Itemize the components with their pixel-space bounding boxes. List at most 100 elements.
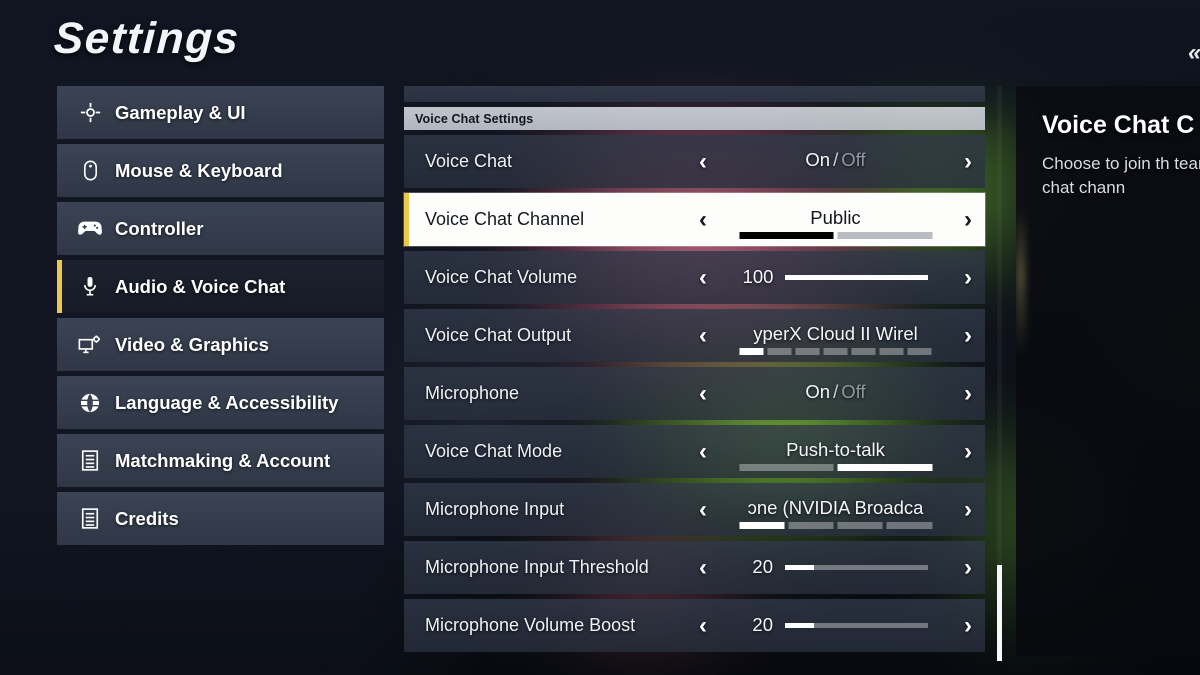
setting-value: yperX Cloud II Wirel (753, 323, 918, 344)
setting-row-voice-chat-channel[interactable]: Voice Chat Channel ‹ Public › (404, 193, 985, 246)
setting-value-area: Public (720, 193, 951, 246)
segment-4 (886, 522, 932, 529)
setting-row-voice-chat[interactable]: Voice Chat ‹ On / Off › (404, 135, 985, 188)
setting-control: ‹ Public › (686, 193, 985, 246)
globe-icon (77, 392, 103, 414)
setting-control: ‹ On / Off › (686, 135, 985, 188)
toggle-off-value[interactable]: Off (841, 149, 865, 170)
chevron-right-icon[interactable]: › (951, 381, 985, 406)
chevron-right-icon[interactable]: › (951, 439, 985, 464)
slider[interactable]: 100 (743, 266, 929, 288)
settings-scrollbar-track[interactable] (997, 86, 1002, 661)
slider-track[interactable] (785, 274, 929, 280)
chevron-left-icon[interactable]: ‹ (686, 555, 720, 580)
crosshair-icon (77, 102, 103, 124)
sidebar-item-video-graphics[interactable]: Video & Graphics (57, 318, 384, 371)
chevron-left-icon[interactable]: ‹ (686, 613, 720, 638)
setting-value-area: Push-to-talk (720, 425, 951, 478)
slider-fill (785, 622, 814, 628)
segment-1 (739, 348, 764, 355)
setting-row-microphone-volume-boost[interactable]: Microphone Volume Boost ‹ 20 › (404, 599, 985, 652)
sidebar-item-mouse-keyboard[interactable]: Mouse & Keyboard (57, 144, 384, 197)
monitor-gear-icon (77, 334, 103, 356)
setting-row-microphone[interactable]: Microphone ‹ On / Off › (404, 367, 985, 420)
corner-cut-glyph: « (1188, 40, 1200, 66)
chevron-left-icon[interactable]: ‹ (686, 381, 720, 406)
setting-control: ‹ 20 › (686, 541, 985, 594)
microphone-icon (77, 276, 103, 298)
sidebar-item-credits[interactable]: Credits (57, 492, 384, 545)
chevron-right-icon[interactable]: › (951, 497, 985, 522)
chevron-left-icon[interactable]: ‹ (686, 323, 720, 348)
chevron-right-icon[interactable]: › (951, 613, 985, 638)
sidebar-item-label: Video & Graphics (115, 333, 269, 355)
setting-row-voice-chat-output[interactable]: Voice Chat Output ‹ yperX Cloud II Wirel › (404, 309, 985, 362)
sidebar-item-controller[interactable]: Controller (57, 202, 384, 255)
setting-value-area: On / Off (720, 367, 951, 420)
segment-1 (739, 232, 834, 239)
chevron-left-icon[interactable]: ‹ (686, 207, 720, 232)
setting-value-area: yperX Cloud II Wirel (720, 309, 951, 362)
setting-label: Voice Chat Output (425, 325, 572, 345)
setting-row-voice-chat-mode[interactable]: Voice Chat Mode ‹ Push-to-talk › (404, 425, 985, 478)
segment-7 (907, 348, 932, 355)
info-panel-edge-glow (1016, 206, 1025, 356)
sidebar-item-language-accessibility[interactable]: Language & Accessibility (57, 376, 384, 429)
mouse-icon (77, 160, 103, 182)
toggle-off-value[interactable]: Off (841, 381, 865, 402)
segment-indicator (739, 522, 932, 529)
chevron-right-icon[interactable]: › (951, 555, 985, 580)
slider-value: 20 (752, 614, 773, 635)
segment-3 (795, 348, 820, 355)
chevron-left-icon[interactable]: ‹ (686, 265, 720, 290)
chevron-left-icon[interactable]: ‹ (686, 149, 720, 174)
chevron-right-icon[interactable]: › (951, 265, 985, 290)
setting-label: Microphone Volume Boost (425, 615, 636, 635)
setting-value: On / Off (805, 381, 865, 403)
slider-fill (785, 564, 814, 570)
setting-label: Voice Chat Channel (425, 209, 585, 229)
chevron-right-icon[interactable]: › (951, 323, 985, 348)
slider-track[interactable] (785, 564, 928, 570)
chevron-right-icon[interactable]: › (951, 207, 985, 232)
chevron-left-icon[interactable]: ‹ (686, 497, 720, 522)
segment-indicator (739, 232, 932, 239)
sidebar-item-matchmaking-account[interactable]: Matchmaking & Account (57, 434, 384, 487)
setting-control: ‹ Push-to-talk › (686, 425, 985, 478)
chevron-left-icon[interactable]: ‹ (686, 439, 720, 464)
sidebar-item-gameplay-ui[interactable]: Gameplay & UI (57, 86, 384, 139)
slider[interactable]: 20 (743, 556, 928, 578)
toggle-on-value[interactable]: On (805, 381, 830, 402)
setting-label: Microphone Input (425, 499, 565, 519)
setting-label: Voice Chat (425, 151, 513, 171)
setting-value: Public (810, 207, 861, 228)
setting-value-area: On / Off (720, 135, 951, 188)
section-header-label: Voice Chat Settings (415, 111, 534, 126)
setting-control: ‹ 20 › (686, 599, 985, 652)
info-panel-title: Voice Chat C (1042, 111, 1195, 139)
section-header: Voice Chat Settings (404, 107, 985, 130)
toggle-separator: / (833, 149, 839, 170)
settings-screen: Settings « Gameplay & UI Mouse & Keyboard… (0, 0, 1200, 675)
chevron-right-icon[interactable]: › (951, 149, 985, 174)
sidebar-item-label: Language & Accessibility (115, 391, 339, 413)
segment-3 (837, 522, 883, 529)
setting-row-microphone-input-threshold[interactable]: Microphone Input Threshold ‹ 20 › (404, 541, 985, 594)
slider[interactable]: 20 (743, 614, 928, 636)
segment-1 (739, 522, 785, 529)
settings-category-sidebar: Gameplay & UI Mouse & Keyboard Controller A… (57, 86, 384, 550)
settings-scrollbar-thumb[interactable] (997, 565, 1002, 661)
setting-control: ‹ yperX Cloud II Wirel › (686, 309, 985, 362)
toggle-on-value[interactable]: On (805, 149, 830, 170)
setting-row-voice-chat-volume[interactable]: Voice Chat Volume ‹ 100 › (404, 251, 985, 304)
segment-2 (767, 348, 792, 355)
segment-2 (837, 232, 932, 239)
sidebar-item-label: Controller (115, 217, 204, 239)
slider-track[interactable] (785, 622, 928, 628)
sidebar-item-audio-voice-chat[interactable]: Audio & Voice Chat (57, 260, 384, 313)
setting-label: Microphone Input Threshold (425, 557, 649, 577)
list-icon (77, 450, 103, 472)
setting-row-microphone-input[interactable]: Microphone Input ‹ ɔne (NVIDIA Broadca › (404, 483, 985, 536)
setting-control: ‹ On / Off › (686, 367, 985, 420)
sidebar-item-label: Gameplay & UI (115, 101, 246, 123)
